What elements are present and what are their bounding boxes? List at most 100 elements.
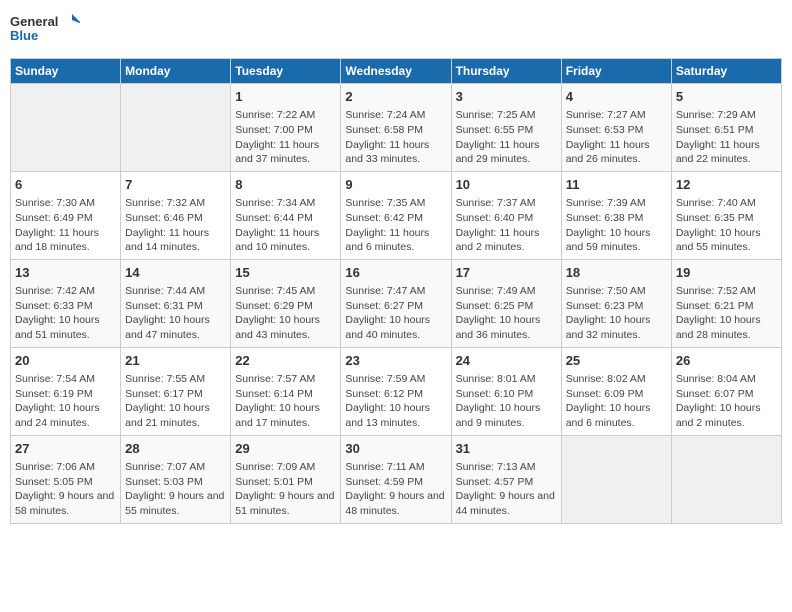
calendar-cell: 9Sunrise: 7:35 AMSunset: 6:42 PMDaylight… <box>341 171 451 259</box>
calendar-week-row: 20 Sunrise: 7:54 AMSunset: 6:19 PMDayligh… <box>11 347 782 435</box>
logo: General Blue <box>10 10 80 50</box>
day-number: 17 <box>456 264 557 282</box>
calendar-cell: 1 Sunrise: 7:22 AMSunset: 7:00 PMDaylight… <box>231 84 341 172</box>
cell-info: Sunrise: 8:02 AMSunset: 6:09 PMDaylight:… <box>566 372 667 431</box>
cell-info: Sunrise: 7:50 AMSunset: 6:23 PMDaylight:… <box>566 284 667 343</box>
cell-info: Sunrise: 7:27 AMSunset: 6:53 PMDaylight:… <box>566 108 667 167</box>
day-number: 1 <box>235 88 336 106</box>
calendar-cell: 19 Sunrise: 7:52 AMSunset: 6:21 PMDayligh… <box>671 259 781 347</box>
weekday-header: Thursday <box>451 59 561 84</box>
day-number: 20 <box>15 352 116 370</box>
calendar-cell: 13 Sunrise: 7:42 AMSunset: 6:33 PMDayligh… <box>11 259 121 347</box>
calendar-cell <box>11 84 121 172</box>
day-number: 31 <box>456 440 557 458</box>
cell-info: Sunrise: 7:42 AMSunset: 6:33 PMDaylight:… <box>15 284 116 343</box>
cell-info: Sunrise: 7:25 AMSunset: 6:55 PMDaylight:… <box>456 108 557 167</box>
cell-info: Sunrise: 7:35 AMSunset: 6:42 PMDaylight:… <box>345 196 446 255</box>
cell-info: Sunrise: 7:57 AMSunset: 6:14 PMDaylight:… <box>235 372 336 431</box>
cell-info: Sunrise: 7:54 AMSunset: 6:19 PMDaylight:… <box>15 372 116 431</box>
day-number: 8 <box>235 176 336 194</box>
calendar-cell: 23 Sunrise: 7:59 AMSunset: 6:12 PMDayligh… <box>341 347 451 435</box>
calendar-cell: 6 Sunrise: 7:30 AMSunset: 6:49 PMDaylight… <box>11 171 121 259</box>
calendar-week-row: 6 Sunrise: 7:30 AMSunset: 6:49 PMDaylight… <box>11 171 782 259</box>
cell-info: Sunrise: 7:34 AMSunset: 6:44 PMDaylight:… <box>235 196 336 255</box>
calendar-cell: 24 Sunrise: 8:01 AMSunset: 6:10 PMDayligh… <box>451 347 561 435</box>
cell-info: Sunrise: 8:01 AMSunset: 6:10 PMDaylight:… <box>456 372 557 431</box>
cell-info: Sunrise: 7:49 AMSunset: 6:25 PMDaylight:… <box>456 284 557 343</box>
cell-info: Sunrise: 7:29 AMSunset: 6:51 PMDaylight:… <box>676 108 777 167</box>
cell-info: Sunrise: 8:04 AMSunset: 6:07 PMDaylight:… <box>676 372 777 431</box>
cell-info: Sunrise: 7:22 AMSunset: 7:00 PMDaylight:… <box>235 108 336 167</box>
calendar-cell: 14 Sunrise: 7:44 AMSunset: 6:31 PMDayligh… <box>121 259 231 347</box>
day-number: 23 <box>345 352 446 370</box>
cell-info: Sunrise: 7:52 AMSunset: 6:21 PMDaylight:… <box>676 284 777 343</box>
calendar-cell: 7 Sunrise: 7:32 AMSunset: 6:46 PMDaylight… <box>121 171 231 259</box>
day-number: 2 <box>345 88 446 106</box>
cell-info: Sunrise: 7:44 AMSunset: 6:31 PMDaylight:… <box>125 284 226 343</box>
calendar-cell: 4 Sunrise: 7:27 AMSunset: 6:53 PMDaylight… <box>561 84 671 172</box>
day-number: 18 <box>566 264 667 282</box>
calendar-cell: 5 Sunrise: 7:29 AMSunset: 6:51 PMDaylight… <box>671 84 781 172</box>
day-number: 7 <box>125 176 226 194</box>
day-number: 19 <box>676 264 777 282</box>
calendar-cell: 30 Sunrise: 7:11 AMSunset: 4:59 PMDayligh… <box>341 435 451 523</box>
day-number: 12 <box>676 176 777 194</box>
calendar-cell: 16 Sunrise: 7:47 AMSunset: 6:27 PMDayligh… <box>341 259 451 347</box>
day-number: 6 <box>15 176 116 194</box>
calendar-cell: 25Sunrise: 8:02 AMSunset: 6:09 PMDayligh… <box>561 347 671 435</box>
day-number: 15 <box>235 264 336 282</box>
calendar-cell <box>561 435 671 523</box>
day-number: 26 <box>676 352 777 370</box>
calendar-cell: 3Sunrise: 7:25 AMSunset: 6:55 PMDaylight… <box>451 84 561 172</box>
cell-info: Sunrise: 7:11 AMSunset: 4:59 PMDaylight:… <box>345 460 446 519</box>
calendar-cell: 28 Sunrise: 7:07 AMSunset: 5:03 PMDayligh… <box>121 435 231 523</box>
cell-info: Sunrise: 7:39 AMSunset: 6:38 PMDaylight:… <box>566 196 667 255</box>
calendar-cell: 20 Sunrise: 7:54 AMSunset: 6:19 PMDayligh… <box>11 347 121 435</box>
weekday-header: Tuesday <box>231 59 341 84</box>
calendar-cell: 17 Sunrise: 7:49 AMSunset: 6:25 PMDayligh… <box>451 259 561 347</box>
calendar-week-row: 13 Sunrise: 7:42 AMSunset: 6:33 PMDayligh… <box>11 259 782 347</box>
day-number: 27 <box>15 440 116 458</box>
calendar-cell: 21Sunrise: 7:55 AMSunset: 6:17 PMDayligh… <box>121 347 231 435</box>
calendar-week-row: 27Sunrise: 7:06 AMSunset: 5:05 PMDayligh… <box>11 435 782 523</box>
calendar-cell: 12Sunrise: 7:40 AMSunset: 6:35 PMDayligh… <box>671 171 781 259</box>
calendar-cell: 26 Sunrise: 8:04 AMSunset: 6:07 PMDayligh… <box>671 347 781 435</box>
day-number: 28 <box>125 440 226 458</box>
weekday-header: Saturday <box>671 59 781 84</box>
cell-info: Sunrise: 7:59 AMSunset: 6:12 PMDaylight:… <box>345 372 446 431</box>
cell-info: Sunrise: 7:13 AMSunset: 4:57 PMDaylight:… <box>456 460 557 519</box>
calendar-cell: 15 Sunrise: 7:45 AMSunset: 6:29 PMDayligh… <box>231 259 341 347</box>
cell-info: Sunrise: 7:24 AMSunset: 6:58 PMDaylight:… <box>345 108 446 167</box>
cell-info: Sunrise: 7:30 AMSunset: 6:49 PMDaylight:… <box>15 196 116 255</box>
cell-info: Sunrise: 7:45 AMSunset: 6:29 PMDaylight:… <box>235 284 336 343</box>
day-number: 29 <box>235 440 336 458</box>
page-header: General Blue <box>10 10 782 50</box>
calendar-cell: 18 Sunrise: 7:50 AMSunset: 6:23 PMDayligh… <box>561 259 671 347</box>
calendar-cell: 31 Sunrise: 7:13 AMSunset: 4:57 PMDayligh… <box>451 435 561 523</box>
calendar-cell: 22Sunrise: 7:57 AMSunset: 6:14 PMDayligh… <box>231 347 341 435</box>
day-number: 5 <box>676 88 777 106</box>
day-number: 13 <box>15 264 116 282</box>
calendar-cell: 27Sunrise: 7:06 AMSunset: 5:05 PMDayligh… <box>11 435 121 523</box>
cell-info: Sunrise: 7:47 AMSunset: 6:27 PMDaylight:… <box>345 284 446 343</box>
calendar-cell: 11Sunrise: 7:39 AMSunset: 6:38 PMDayligh… <box>561 171 671 259</box>
cell-info: Sunrise: 7:07 AMSunset: 5:03 PMDaylight:… <box>125 460 226 519</box>
weekday-header: Friday <box>561 59 671 84</box>
calendar-cell: 2 Sunrise: 7:24 AMSunset: 6:58 PMDaylight… <box>341 84 451 172</box>
calendar-cell <box>121 84 231 172</box>
calendar-cell: 8 Sunrise: 7:34 AMSunset: 6:44 PMDaylight… <box>231 171 341 259</box>
day-number: 30 <box>345 440 446 458</box>
svg-text:General: General <box>10 14 58 29</box>
svg-text:Blue: Blue <box>10 28 38 43</box>
day-number: 10 <box>456 176 557 194</box>
calendar-week-row: 1 Sunrise: 7:22 AMSunset: 7:00 PMDaylight… <box>11 84 782 172</box>
weekday-header: Sunday <box>11 59 121 84</box>
day-number: 4 <box>566 88 667 106</box>
weekday-header-row: SundayMondayTuesdayWednesdayThursdayFrid… <box>11 59 782 84</box>
day-number: 16 <box>345 264 446 282</box>
cell-info: Sunrise: 7:32 AMSunset: 6:46 PMDaylight:… <box>125 196 226 255</box>
day-number: 24 <box>456 352 557 370</box>
day-number: 14 <box>125 264 226 282</box>
calendar-cell: 10Sunrise: 7:37 AMSunset: 6:40 PMDayligh… <box>451 171 561 259</box>
calendar-cell <box>671 435 781 523</box>
